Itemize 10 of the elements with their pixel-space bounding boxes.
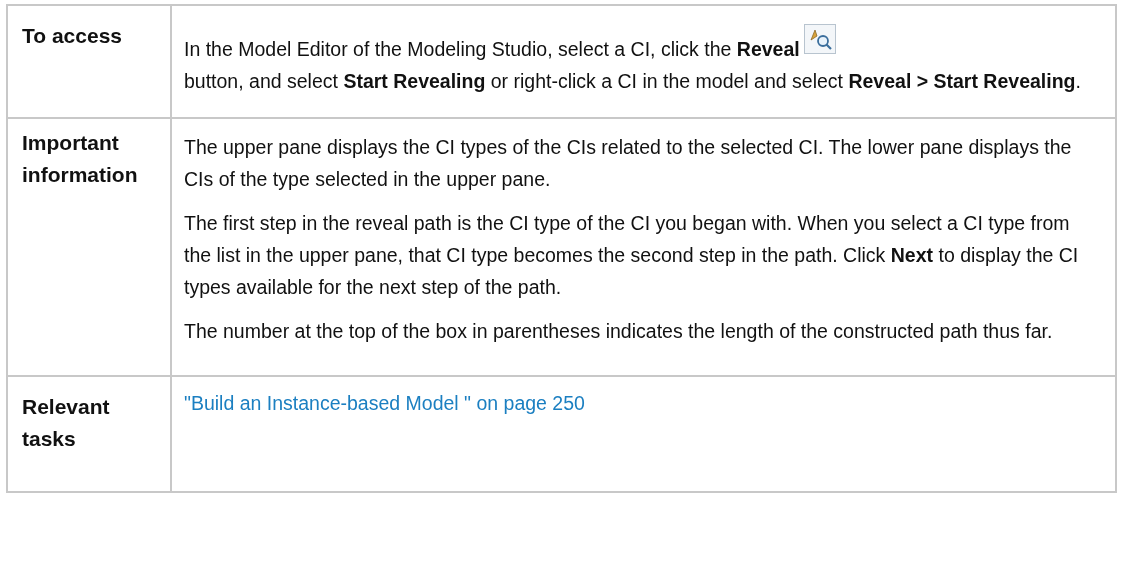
paragraph-text: In the Model Editor of the Modeling Studio, select a CI, click the Reveal xyxy=(184,38,800,60)
row-label: To access xyxy=(22,24,122,47)
paragraph-text: The upper pane displays the CI types of the CIs related to the selected CI. The lower pane displays the CIs of the type selected in the upper pane. xyxy=(184,136,1072,190)
row-label: Important information xyxy=(22,131,138,186)
paragraph-text: The first step in the reveal path is the CI type of the CI you began with. When you select a CI type from the list in the upper pane, that CI type becomes the second step in the path. Click Next to display the CI types available for the next step of the path. xyxy=(184,212,1079,298)
reveal-magnifier-icon xyxy=(803,24,836,54)
paragraph-text: button, and select Start Revealing or right-click a CI in the model and select Reveal > Start Revealing. xyxy=(184,69,1082,94)
row-label: Relevant tasks xyxy=(22,395,110,450)
page-link[interactable]: "Build an Instance-based Model " on page 250 xyxy=(184,392,585,414)
paragraph-text: The number at the top of the box in parentheses indicates the length of the constructed path thus far. xyxy=(184,320,1053,342)
